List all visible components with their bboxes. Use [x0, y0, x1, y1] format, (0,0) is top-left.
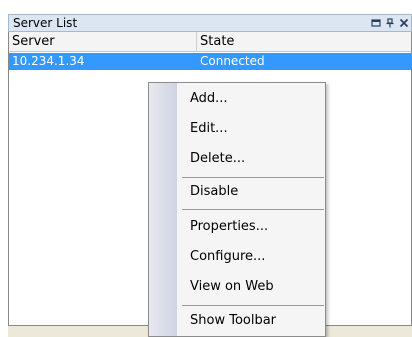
context-menu: Add... Edit... Delete... Disable Propert…	[148, 82, 326, 337]
menu-item-disable[interactable]: Disable	[190, 184, 238, 199]
menu-item-show-toolbar[interactable]: Show Toolbar	[190, 313, 276, 328]
column-divider[interactable]	[196, 32, 197, 52]
title-bar-buttons	[371, 15, 411, 31]
menu-separator	[182, 177, 324, 178]
menu-item-configure[interactable]: Configure...	[190, 249, 265, 264]
column-header-server[interactable]: Server	[12, 34, 55, 49]
menu-separator	[182, 209, 324, 210]
menu-separator	[182, 305, 324, 306]
close-icon[interactable]	[399, 18, 409, 28]
menu-item-view-on-web[interactable]: View on Web	[190, 279, 274, 294]
table-row[interactable]: 10.234.1.34 Connected	[9, 53, 412, 70]
maximize-icon[interactable]	[371, 18, 381, 28]
server-cell: 10.234.1.34	[12, 54, 85, 68]
menu-item-delete[interactable]: Delete...	[190, 151, 245, 166]
pin-icon[interactable]	[385, 18, 395, 28]
panel-title: Server List	[13, 16, 78, 30]
state-cell: Connected	[200, 54, 265, 68]
list-header: Server State	[9, 32, 411, 52]
panel-title-bar: Server List	[8, 14, 412, 32]
menu-item-add[interactable]: Add...	[190, 91, 228, 106]
menu-icon-gutter	[149, 83, 177, 336]
menu-item-properties[interactable]: Properties...	[190, 219, 268, 234]
menu-item-edit[interactable]: Edit...	[190, 121, 228, 136]
column-header-state[interactable]: State	[200, 34, 234, 49]
